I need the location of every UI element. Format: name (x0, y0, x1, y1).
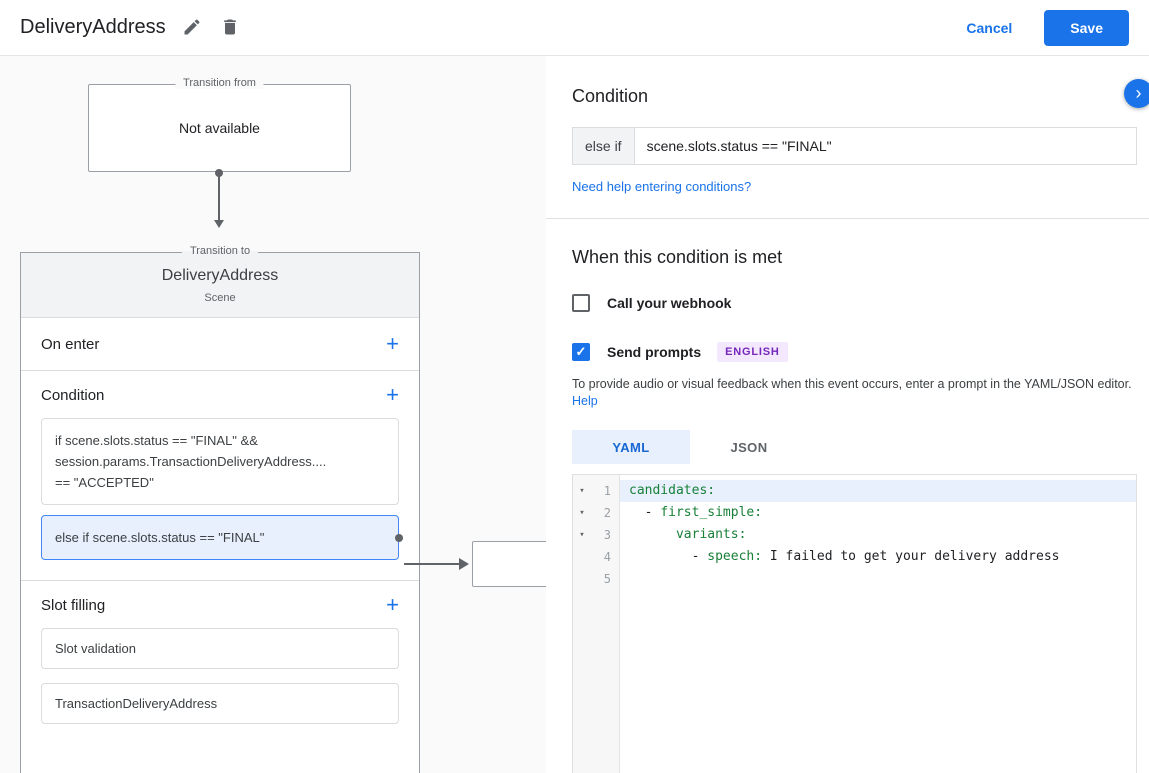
add-on-enter-icon[interactable]: + (386, 333, 399, 355)
cancel-button[interactable]: Cancel (966, 20, 1012, 36)
webhook-label: Call your webhook (607, 295, 732, 311)
section-divider (546, 218, 1149, 219)
editor-line[interactable]: ▾ 2 - first_simple: (573, 502, 1136, 524)
transition-target-node[interactable] (472, 541, 546, 587)
condition-editor-row: else if (572, 127, 1137, 165)
webhook-check-row[interactable]: Call your webhook (572, 294, 1137, 312)
condition-inspector-panel: › Condition else if Need help entering c… (546, 56, 1149, 773)
condition-item-2-selected[interactable]: else if scene.slots.status == "FINAL" (41, 515, 403, 560)
line-number: 3 (603, 528, 611, 542)
top-bar: DeliveryAddress Cancel Save (0, 0, 1149, 56)
scene-title: DeliveryAddress (161, 267, 279, 284)
delete-icon[interactable] (220, 17, 242, 39)
line-number: 2 (603, 506, 611, 520)
main-area: Transition from Not available Transition… (0, 56, 1149, 773)
code-line-content: - speech: I failed to get your delivery … (629, 549, 1060, 564)
prompts-checkbox[interactable]: ✓ (572, 343, 590, 361)
editor-line[interactable]: ▾ 3 variants: (573, 524, 1136, 546)
slot-transaction-item[interactable]: TransactionDeliveryAddress (41, 683, 399, 724)
code-editor[interactable]: ▾ 1 candidates: ▾ 2 - first_simple: ▾ 3 varian… (572, 474, 1137, 773)
chevron-right-icon: › (1135, 83, 1142, 103)
editor-line[interactable]: ▾ 1 candidates: (573, 480, 1136, 502)
add-slot-icon[interactable]: + (386, 594, 399, 616)
prompt-help-link[interactable]: Help (572, 394, 598, 408)
code-line-content: candidates: (620, 480, 1136, 502)
transition-from-legend: Transition from (175, 77, 264, 89)
transition-from-text: Not available (179, 120, 260, 136)
prompts-label: Send prompts (607, 344, 702, 360)
add-condition-icon[interactable]: + (386, 384, 399, 406)
condition-section-label: Condition (41, 386, 105, 404)
when-condition-heading: When this condition is met (572, 247, 783, 267)
condition-item-2-text: else if scene.slots.status == "FINAL" (55, 530, 265, 545)
editor-line[interactable]: 4 - speech: I failed to get your deliver… (573, 546, 1136, 568)
connector-arrowhead (214, 220, 224, 228)
code-lines: ▾ 1 candidates: ▾ 2 - first_simple: ▾ 3 varian… (573, 475, 1136, 590)
condition-item-1[interactable]: if scene.slots.status == "FINAL" && sess… (41, 418, 399, 505)
language-badge: ENGLISH (717, 342, 788, 362)
header-actions: Cancel Save (966, 9, 1129, 46)
inspector-heading: Condition (572, 86, 649, 106)
condition-input[interactable] (634, 128, 1136, 164)
connector-line (218, 176, 220, 222)
condition-output-port (395, 533, 403, 542)
webhook-checkbox[interactable] (572, 294, 590, 312)
on-enter-row[interactable]: On enter + (21, 318, 419, 371)
code-line-content: variants: (675, 527, 747, 542)
flow-canvas[interactable]: Transition from Not available Transition… (0, 56, 546, 773)
scene-card-header[interactable]: DeliveryAddress Scene (21, 253, 419, 318)
page-title: DeliveryAddress (20, 16, 166, 38)
line-number: 4 (603, 550, 611, 564)
slot-filling-section: Slot filling + Slot validation Transacti… (21, 581, 419, 744)
editor-line[interactable]: 5 (573, 568, 1136, 590)
prompt-note: To provide audio or visual feedback when… (572, 376, 1132, 410)
transition-to-legend: Transition to (181, 245, 259, 257)
slot-filling-label: Slot filling (41, 596, 106, 614)
on-enter-label: On enter (41, 335, 100, 353)
transition-edge-arrowhead (459, 558, 469, 570)
prompt-note-text: To provide audio or visual feedback when… (572, 377, 1132, 391)
code-line-content (620, 568, 1136, 590)
line-number: 1 (603, 484, 611, 498)
transition-from-node: Transition from Not available (88, 77, 351, 172)
tab-json[interactable]: JSON (690, 430, 808, 464)
check-icon: ✓ (575, 344, 587, 359)
prompts-check-row[interactable]: ✓ Send prompts ENGLISH (572, 342, 1137, 362)
save-button[interactable]: Save (1044, 9, 1129, 46)
condition-help-link[interactable]: Need help entering conditions? (572, 179, 751, 194)
fold-arrow-icon[interactable]: ▾ (573, 530, 591, 540)
scene-card: Transition to DeliveryAddress Scene On e… (20, 245, 420, 773)
slot-validation-item[interactable]: Slot validation (41, 628, 399, 669)
line-number: 5 (603, 572, 611, 586)
editor-tabs: YAML JSON (572, 430, 1137, 464)
transition-edge-line (404, 563, 461, 565)
fold-arrow-icon[interactable]: ▾ (573, 486, 591, 496)
condition-section: Condition + if scene.slots.status == "FI… (21, 371, 419, 581)
condition-prefix: else if (573, 128, 635, 164)
code-line-content: - first_simple: (629, 505, 763, 520)
fold-arrow-icon[interactable]: ▾ (573, 508, 591, 518)
collapse-panel-button[interactable]: › (1124, 79, 1149, 108)
tab-yaml[interactable]: YAML (572, 430, 690, 464)
scene-subtitle: Scene (204, 292, 236, 304)
edit-icon[interactable] (182, 17, 204, 39)
